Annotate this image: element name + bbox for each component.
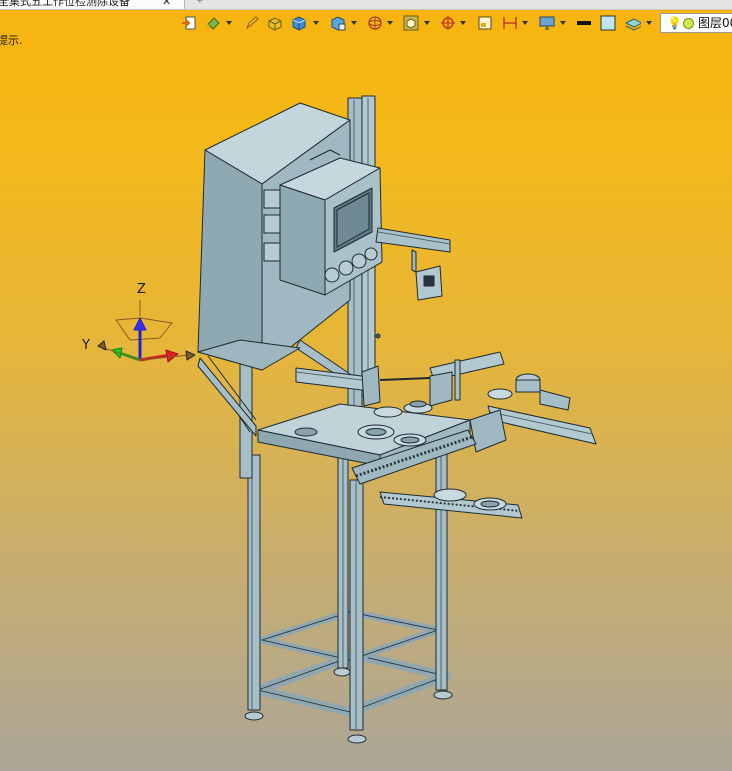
document-tab[interactable]: 全集式五工作位检测除设备 ✕ bbox=[0, 0, 185, 9]
machine-model: Z Y bbox=[81, 95, 597, 744]
layers-dropdown-icon[interactable] bbox=[646, 21, 652, 25]
monitor-dropdown-icon[interactable] bbox=[560, 21, 566, 25]
cube-display-icon[interactable] bbox=[330, 15, 346, 31]
monitor-icon[interactable] bbox=[539, 15, 555, 31]
frame-dropdown-icon[interactable] bbox=[424, 21, 430, 25]
cad-application: 全集式五工作位检测除设备 ✕ + 💡 图层0 提示. Z Y bbox=[0, 0, 732, 771]
z-axis-label: Z bbox=[137, 282, 146, 297]
solid-cube-icon[interactable] bbox=[291, 15, 307, 31]
document-tab-strip: 全集式五工作位检测除设备 ✕ + bbox=[0, 0, 732, 10]
line-weight-icon[interactable] bbox=[577, 15, 593, 31]
crosshair-dropdown-icon[interactable] bbox=[460, 21, 466, 25]
layer-status-icon bbox=[683, 18, 694, 29]
overhead-rail bbox=[375, 227, 451, 301]
layers-icon[interactable] bbox=[625, 15, 641, 31]
y-axis-label: Y bbox=[81, 338, 90, 353]
paint-dropdown-icon[interactable] bbox=[226, 21, 232, 25]
frame-cube-icon[interactable] bbox=[403, 15, 419, 31]
sphere-dropdown-icon[interactable] bbox=[387, 21, 393, 25]
crosshair-icon[interactable] bbox=[440, 15, 456, 31]
paint-bucket-icon[interactable] bbox=[205, 15, 221, 31]
view-toolbar: 💡 图层00 bbox=[0, 10, 732, 38]
layer-selector[interactable]: 💡 图层00 bbox=[660, 13, 732, 33]
coordinate-triad: Z Y bbox=[81, 282, 196, 363]
pencil-icon[interactable] bbox=[244, 15, 260, 31]
layer-name: 图层00 bbox=[698, 16, 732, 30]
lightbulb-icon[interactable]: 💡 bbox=[667, 16, 682, 30]
block-body-icon[interactable] bbox=[267, 15, 283, 31]
dimension-dropdown-icon[interactable] bbox=[522, 21, 528, 25]
color-swatch-icon[interactable] bbox=[600, 15, 616, 31]
insert-component-icon[interactable] bbox=[181, 15, 197, 31]
dimension-icon[interactable] bbox=[502, 15, 518, 31]
sphere-wireframe-icon[interactable] bbox=[367, 15, 383, 31]
close-tab-icon[interactable]: ✕ bbox=[162, 0, 171, 9]
box-select-icon[interactable] bbox=[477, 15, 493, 31]
document-tab-title: 全集式五工作位检测除设备 bbox=[0, 0, 130, 8]
solid-dropdown-icon[interactable] bbox=[313, 21, 319, 25]
display-dropdown-icon[interactable] bbox=[351, 21, 357, 25]
new-tab-button[interactable]: + bbox=[196, 0, 204, 6]
3d-viewport[interactable]: Z Y bbox=[0, 40, 732, 771]
base-frame bbox=[244, 449, 453, 744]
